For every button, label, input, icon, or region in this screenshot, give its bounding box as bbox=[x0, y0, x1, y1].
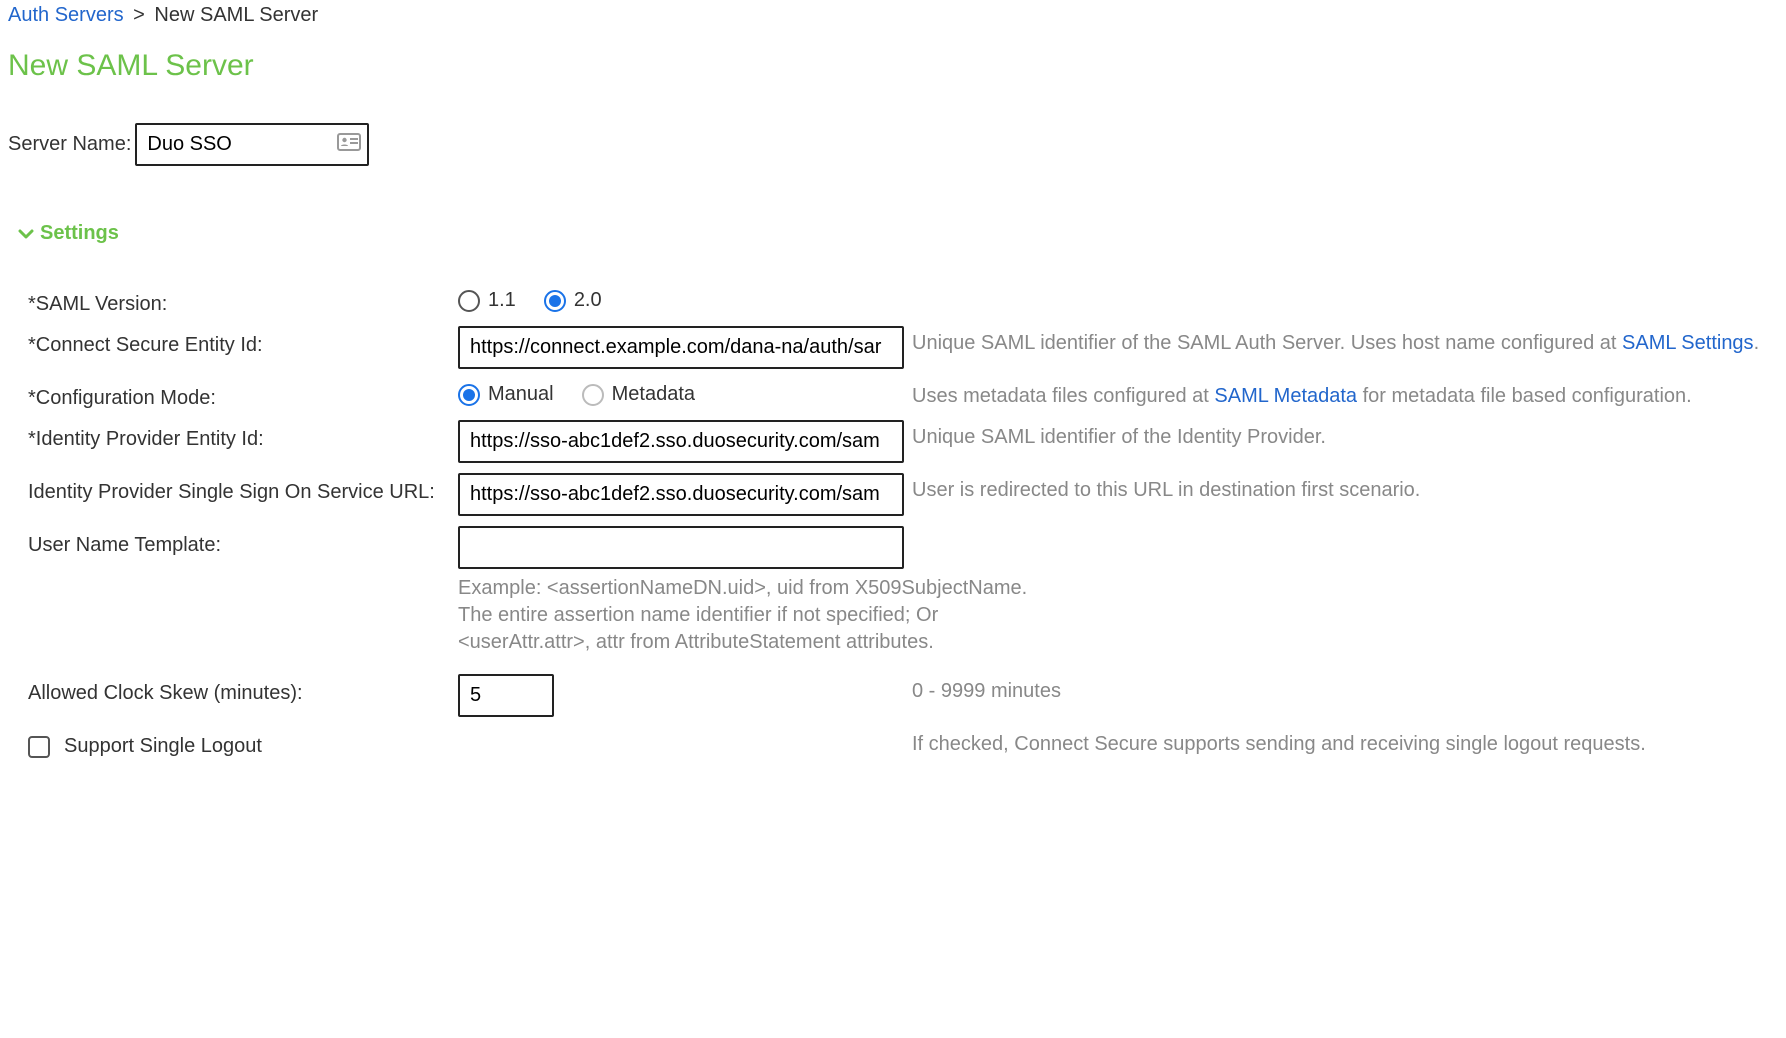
saml-version-2-0-label: 2.0 bbox=[574, 289, 602, 312]
username-template-input[interactable] bbox=[458, 526, 904, 569]
clock-skew-label: Allowed Clock Skew (minutes): bbox=[28, 674, 458, 705]
clock-skew-help: 0 - 9999 minutes bbox=[908, 674, 1778, 705]
config-mode-label: *Configuration Mode: bbox=[28, 379, 458, 410]
saml-version-label: *SAML Version: bbox=[28, 285, 458, 316]
idp-sso-url-input[interactable] bbox=[458, 473, 904, 516]
breadcrumb-parent-link[interactable]: Auth Servers bbox=[8, 4, 124, 26]
breadcrumb-current: New SAML Server bbox=[154, 4, 318, 26]
breadcrumb: Auth Servers > New SAML Server bbox=[8, 4, 1778, 27]
entity-id-input[interactable] bbox=[458, 326, 904, 369]
config-mode-manual-label: Manual bbox=[488, 383, 554, 406]
username-template-label: User Name Template: bbox=[28, 526, 458, 557]
config-mode-help: Uses metadata files configured at SAML M… bbox=[908, 379, 1778, 410]
config-mode-manual-radio[interactable] bbox=[458, 384, 480, 406]
config-mode-metadata-radio[interactable] bbox=[582, 384, 604, 406]
saml-version-2-0-radio[interactable] bbox=[544, 290, 566, 312]
server-name-input[interactable] bbox=[135, 123, 369, 166]
saml-metadata-link[interactable]: SAML Metadata bbox=[1214, 385, 1357, 407]
id-card-icon bbox=[337, 133, 361, 157]
server-name-label: Server Name: bbox=[8, 133, 131, 156]
chevron-down-icon bbox=[18, 226, 34, 242]
support-slo-label: Support Single Logout bbox=[64, 735, 262, 758]
idp-entity-id-input[interactable] bbox=[458, 420, 904, 463]
settings-section-title: Settings bbox=[40, 222, 119, 245]
saml-version-1-1-radio[interactable] bbox=[458, 290, 480, 312]
clock-skew-input[interactable] bbox=[458, 674, 554, 717]
idp-entity-id-label: *Identity Provider Entity Id: bbox=[28, 420, 458, 451]
support-slo-checkbox[interactable] bbox=[28, 736, 50, 758]
entity-id-label: *Connect Secure Entity Id: bbox=[28, 326, 458, 357]
settings-section-toggle[interactable]: Settings bbox=[18, 222, 1778, 245]
config-mode-metadata-label: Metadata bbox=[612, 383, 695, 406]
saml-version-1-1-label: 1.1 bbox=[488, 289, 516, 312]
support-slo-help: If checked, Connect Secure supports send… bbox=[908, 727, 1778, 758]
breadcrumb-separator: > bbox=[133, 4, 145, 26]
saml-settings-link[interactable]: SAML Settings bbox=[1622, 332, 1754, 354]
page-title: New SAML Server bbox=[8, 49, 1778, 83]
username-template-help: Example: <assertionNameDN.uid>, uid from… bbox=[458, 575, 1027, 656]
idp-sso-url-help: User is redirected to this URL in destin… bbox=[908, 473, 1778, 504]
idp-sso-url-label: Identity Provider Single Sign On Service… bbox=[28, 473, 458, 504]
entity-id-help: Unique SAML identifier of the SAML Auth … bbox=[908, 326, 1778, 357]
idp-entity-id-help: Unique SAML identifier of the Identity P… bbox=[908, 420, 1778, 451]
